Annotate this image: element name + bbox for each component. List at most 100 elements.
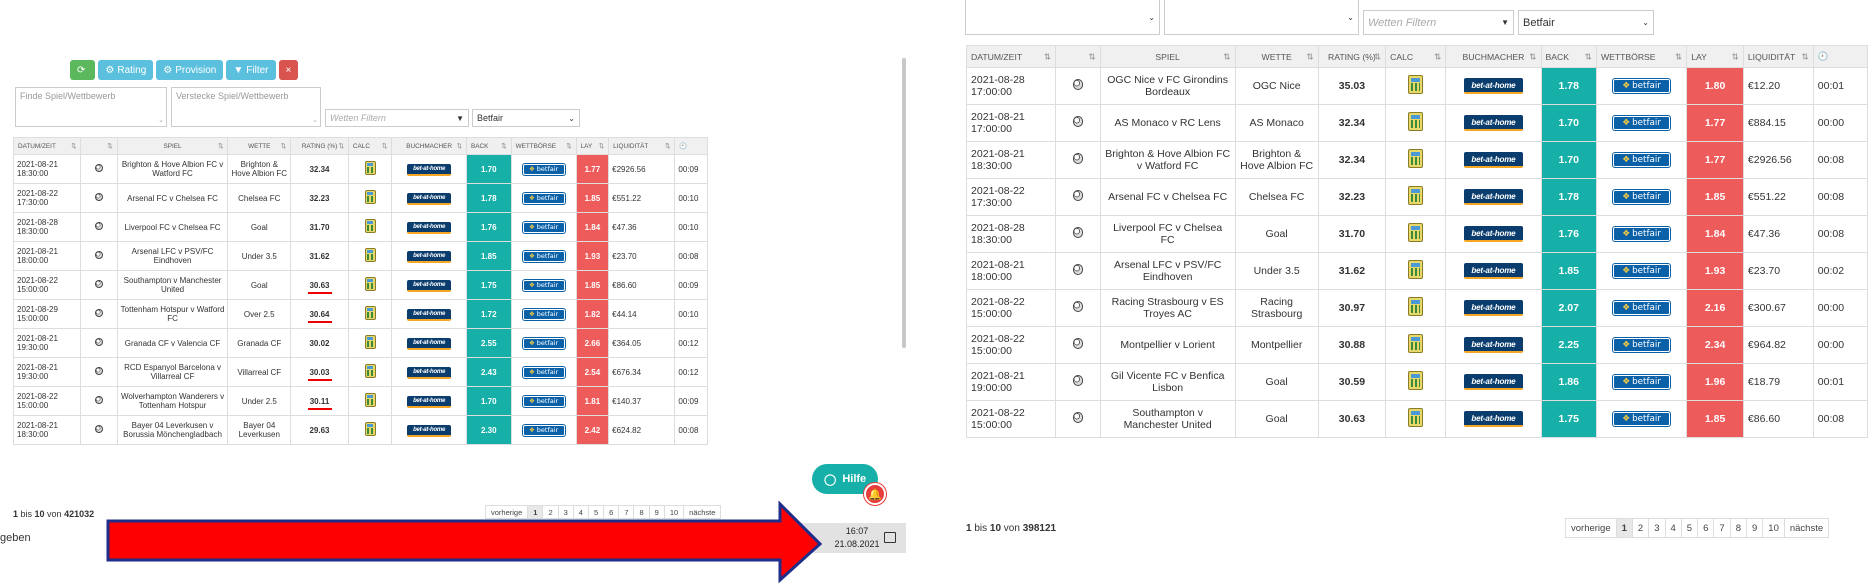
- pager-page-button[interactable]: 4: [1664, 519, 1681, 537]
- table-row[interactable]: 2021-08-22 15:00:00 Montpellier v Lorient M…: [965, 326, 1869, 364]
- cell-back[interactable]: 1.78: [1540, 178, 1597, 216]
- rating-text: 30.63: [1338, 413, 1366, 425]
- pager-page-button[interactable]: 9: [1745, 519, 1762, 537]
- cell-back[interactable]: 2.07: [1540, 289, 1597, 327]
- cell-back[interactable]: 1.76: [1540, 215, 1597, 253]
- table-row[interactable]: 2021-08-21 17:00:00 AS Monaco v RC Lens AS …: [965, 104, 1869, 142]
- column-header[interactable]: DATUM/ZEIT ⇅: [965, 45, 1057, 68]
- bet-at-home-logo[interactable]: bet-at-home: [1463, 225, 1524, 243]
- bet-at-home-logo[interactable]: bet-at-home: [1463, 299, 1524, 317]
- column-header[interactable]: LIQUIDITÄT ⇅: [1742, 45, 1814, 68]
- betfair-logo[interactable]: ❖ betfair: [1613, 337, 1670, 353]
- cell-lay[interactable]: 1.96: [1686, 363, 1744, 401]
- calculator-icon[interactable]: [1408, 149, 1424, 168]
- column-header[interactable]: BUCHMACHER ⇅: [1445, 45, 1542, 68]
- bet-at-home-logo[interactable]: bet-at-home: [1463, 373, 1524, 391]
- time-text: 17:00:00: [971, 123, 1012, 135]
- calculator-icon[interactable]: [1408, 371, 1424, 390]
- table-row[interactable]: 2021-08-21 18:00:00 Arsenal LFC v PSV/FC E…: [965, 252, 1869, 290]
- bet-filter-select[interactable]: Wetten Filtern ▼: [1363, 10, 1514, 35]
- cell-lay[interactable]: 2.34: [1686, 326, 1744, 364]
- time-text: 15:00:00: [971, 345, 1012, 357]
- search-input-partial[interactable]: ⌄: [965, 0, 1160, 35]
- cell-lay[interactable]: 1.85: [1686, 178, 1744, 216]
- betfair-logo[interactable]: ❖ betfair: [1613, 374, 1670, 390]
- betfair-logo[interactable]: ❖ betfair: [1613, 78, 1670, 94]
- cell-back[interactable]: 1.86: [1540, 363, 1597, 401]
- betfair-logo[interactable]: ❖ betfair: [1613, 189, 1670, 205]
- game-text: AS Monaco v RC Lens: [1114, 117, 1221, 129]
- cell-game: Arsenal FC v Chelsea FC: [1099, 178, 1236, 216]
- bet-text: Brighton & Hove Albion FC: [1240, 148, 1314, 172]
- pager-page-button[interactable]: 10: [1762, 519, 1784, 537]
- column-header[interactable]: BACK ⇅: [1540, 45, 1597, 68]
- pager-prev-button[interactable]: vorherige: [1566, 519, 1616, 537]
- calculator-icon[interactable]: [1408, 186, 1424, 205]
- pager-page-button[interactable]: 8: [1729, 519, 1746, 537]
- column-header[interactable]: LAY ⇅: [1686, 45, 1744, 68]
- pager-page-button[interactable]: 7: [1713, 519, 1729, 537]
- calculator-icon[interactable]: [1408, 260, 1424, 279]
- pager-page-button[interactable]: 2: [1631, 519, 1648, 537]
- column-header[interactable]: CALC ⇅: [1385, 45, 1447, 68]
- cell-lay[interactable]: 1.84: [1686, 215, 1744, 253]
- exchange-select[interactable]: Betfair ⌄: [1518, 10, 1654, 35]
- pager-page-button[interactable]: 3: [1648, 519, 1664, 537]
- table-row[interactable]: 2021-08-21 18:30:00 Brighton & Hove Albion…: [965, 141, 1869, 179]
- pager-page-button[interactable]: 1: [1615, 519, 1632, 537]
- hide-input-partial[interactable]: ⌄: [1164, 0, 1359, 35]
- bet-at-home-logo[interactable]: bet-at-home: [1463, 410, 1524, 428]
- column-header-label: WETTBÖRSE: [1600, 51, 1656, 62]
- column-header[interactable]: WETTE ⇅: [1234, 45, 1319, 68]
- calculator-icon[interactable]: [1408, 112, 1424, 131]
- column-header[interactable]: WETTBÖRSE ⇅: [1595, 45, 1688, 68]
- cell-back[interactable]: 1.70: [1540, 104, 1597, 142]
- cell-back[interactable]: 1.85: [1540, 252, 1597, 290]
- cell-back[interactable]: 1.75: [1540, 400, 1597, 438]
- column-header[interactable]: SPIEL ⇅: [1099, 45, 1236, 68]
- calculator-icon[interactable]: [1408, 334, 1424, 353]
- bet-at-home-logo[interactable]: bet-at-home: [1463, 151, 1524, 169]
- bet-at-home-logo[interactable]: bet-at-home: [1463, 188, 1524, 206]
- calculator-icon[interactable]: [1408, 223, 1424, 242]
- column-header[interactable]: RATING (%) ⇅: [1317, 45, 1387, 68]
- betfair-logo[interactable]: ❖ betfair: [1613, 263, 1670, 279]
- betfair-logo[interactable]: ❖ betfair: [1613, 226, 1670, 242]
- cell-back[interactable]: 1.70: [1540, 141, 1597, 179]
- cell-lay[interactable]: 1.93: [1686, 252, 1744, 290]
- bet-at-home-logo[interactable]: bet-at-home: [1463, 114, 1524, 132]
- cell-lay[interactable]: 1.80: [1686, 67, 1744, 105]
- betfair-logo[interactable]: ❖ betfair: [1613, 300, 1670, 316]
- table-row[interactable]: 2021-08-21 19:00:00 Gil Vicente FC v Benfi…: [965, 363, 1869, 401]
- cell-lay[interactable]: 1.85: [1686, 400, 1744, 438]
- calculator-icon[interactable]: [1408, 75, 1424, 94]
- age-text: 00:00: [1817, 339, 1845, 351]
- bet-at-home-logo[interactable]: bet-at-home: [1463, 262, 1524, 280]
- cell-lay[interactable]: 2.16: [1686, 289, 1744, 327]
- cell-lay[interactable]: 1.77: [1686, 104, 1744, 142]
- cell-liquidity: €2926.56: [1742, 141, 1814, 179]
- calculator-icon[interactable]: [1408, 297, 1424, 316]
- table-row[interactable]: 2021-08-22 15:00:00 Southampton v Manchest…: [965, 400, 1869, 438]
- cell-back[interactable]: 1.78: [1540, 67, 1597, 105]
- pager-page-button[interactable]: 5: [1680, 519, 1697, 537]
- table-row[interactable]: 2021-08-22 17:30:00 Arsenal FC v Chelsea F…: [965, 178, 1869, 216]
- column-header-time[interactable]: 🕘: [1812, 45, 1869, 68]
- table-row[interactable]: 2021-08-28 18:30:00 Liverpool FC v Chelsea…: [965, 215, 1869, 253]
- column-header[interactable]: ⇅: [1055, 45, 1101, 68]
- bet-at-home-logo[interactable]: bet-at-home: [1463, 336, 1524, 354]
- betfair-logo[interactable]: ❖ betfair: [1613, 115, 1670, 131]
- calculator-icon[interactable]: [1408, 408, 1424, 427]
- betfair-star-icon: ❖: [1622, 155, 1631, 165]
- rating-text: 31.70: [1338, 228, 1366, 240]
- table-row[interactable]: 2021-08-28 17:00:00 OGC Nice v FC Girondin…: [965, 67, 1869, 105]
- pager-next-button[interactable]: nächste: [1783, 519, 1828, 537]
- bet-at-home-logo[interactable]: bet-at-home: [1463, 77, 1524, 95]
- cell-back[interactable]: 2.25: [1540, 326, 1597, 364]
- pager-page-button[interactable]: 6: [1697, 519, 1713, 537]
- table-row[interactable]: 2021-08-22 15:00:00 Racing Strasbourg v ES…: [965, 289, 1869, 327]
- rating-text: 31.62: [1338, 265, 1366, 277]
- betfair-logo[interactable]: ❖ betfair: [1613, 411, 1670, 427]
- betfair-logo[interactable]: ❖ betfair: [1613, 152, 1670, 168]
- cell-lay[interactable]: 1.77: [1686, 141, 1744, 179]
